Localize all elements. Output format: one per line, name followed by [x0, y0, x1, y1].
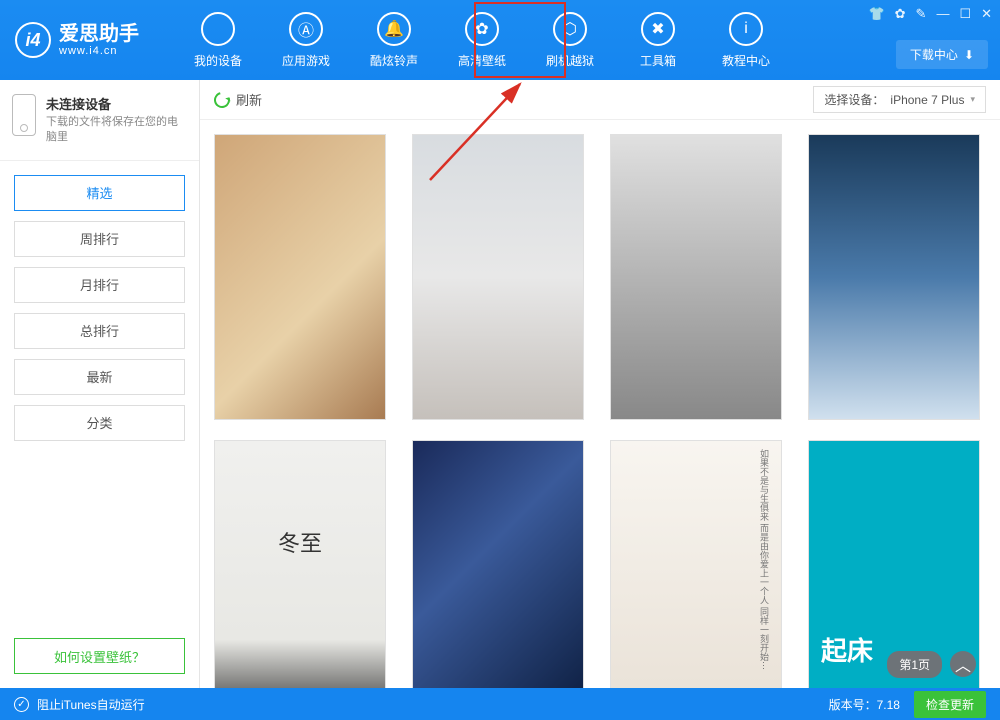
wallpaper-grid: 冬至 如果不是与生俱来 而是由你爱上一个人 同样一刻开始⋯ 起床 第1页 ︿: [200, 120, 1000, 688]
download-icon: ⬇: [964, 48, 974, 62]
sidebar: 未连接设备 下载的文件将保存在您的电脑里 精选 周排行 月排行 总排行 最新 分…: [0, 80, 200, 688]
main-content: 刷新 选择设备： iPhone 7 Plus ▾ 冬至 如果不是与生俱来 而是由…: [200, 80, 1000, 688]
download-center-button[interactable]: 下载中心 ⬇: [896, 40, 988, 69]
chevron-down-icon: ▾: [970, 94, 975, 105]
category-monthly[interactable]: 月排行: [14, 267, 185, 303]
wallpaper-thumb[interactable]: [412, 440, 584, 688]
scroll-top-button[interactable]: ︿: [950, 651, 976, 677]
titlebar: i4 爱思助手 www.i4.cn 我的设备 Ⓐ应用游戏 🔔酷炫铃声 ✿高清壁纸…: [0, 0, 1000, 80]
nav-ringtones[interactable]: 🔔酷炫铃声: [350, 0, 438, 80]
refresh-icon: [211, 89, 233, 111]
version-info: 版本号：7.18: [829, 696, 900, 713]
feedback-icon[interactable]: ✎: [916, 6, 927, 22]
nav-my-device[interactable]: 我的设备: [174, 0, 262, 80]
settings-icon[interactable]: ✿: [895, 6, 906, 22]
wallpaper-thumb[interactable]: [610, 134, 782, 420]
category-types[interactable]: 分类: [14, 405, 185, 441]
appstore-icon: Ⓐ: [289, 12, 323, 46]
content-toolbar: 刷新 选择设备： iPhone 7 Plus ▾: [200, 80, 1000, 120]
close-button[interactable]: ✕: [981, 6, 992, 22]
app-url: www.i4.cn: [59, 45, 139, 57]
category-featured[interactable]: 精选: [14, 175, 185, 211]
page-indicator[interactable]: 第1页: [887, 651, 942, 678]
category-newest[interactable]: 最新: [14, 359, 185, 395]
wrench-icon: ✖: [641, 12, 675, 46]
app-logo: i4 爱思助手 www.i4.cn: [0, 22, 154, 58]
wallpaper-thumb[interactable]: 冬至: [214, 440, 386, 688]
pager: 第1页 ︿: [887, 651, 976, 678]
device-desc: 下载的文件将保存在您的电脑里: [46, 115, 187, 146]
device-select-value: iPhone 7 Plus: [890, 93, 964, 107]
category-list: 精选 周排行 月排行 总排行 最新 分类: [0, 161, 199, 455]
window-controls: 👕 ✿ ✎ — ☐ ✕: [868, 6, 992, 22]
flower-icon: ✿: [465, 12, 499, 46]
main-nav: 我的设备 Ⓐ应用游戏 🔔酷炫铃声 ✿高清壁纸 ⬡刷机越狱 ✖工具箱 i教程中心: [174, 0, 790, 80]
nav-jailbreak[interactable]: ⬡刷机越狱: [526, 0, 614, 80]
check-icon: ✓: [14, 697, 29, 712]
device-status: 未连接设备 下载的文件将保存在您的电脑里: [0, 80, 199, 161]
wallpaper-thumb[interactable]: 如果不是与生俱来 而是由你爱上一个人 同样一刻开始⋯: [610, 440, 782, 688]
maximize-button[interactable]: ☐: [959, 6, 971, 22]
theme-icon[interactable]: 👕: [868, 6, 884, 22]
logo-badge-icon: i4: [15, 22, 51, 58]
device-title: 未连接设备: [46, 94, 187, 113]
nav-wallpapers[interactable]: ✿高清壁纸: [438, 0, 526, 80]
itunes-block-toggle[interactable]: 阻止iTunes自动运行: [37, 696, 145, 713]
wallpaper-thumb[interactable]: [214, 134, 386, 420]
statusbar: ✓ 阻止iTunes自动运行 版本号：7.18 检查更新: [0, 688, 1000, 720]
info-icon: i: [729, 12, 763, 46]
category-total[interactable]: 总排行: [14, 313, 185, 349]
device-selector[interactable]: 选择设备： iPhone 7 Plus ▾: [813, 86, 986, 113]
wallpaper-thumb[interactable]: [808, 134, 980, 420]
minimize-button[interactable]: —: [936, 6, 949, 22]
box-icon: ⬡: [553, 12, 587, 46]
device-select-label: 选择设备：: [824, 91, 884, 108]
nav-tutorial[interactable]: i教程中心: [702, 0, 790, 80]
help-wallpaper-link[interactable]: 如何设置壁纸？: [14, 638, 185, 674]
category-weekly[interactable]: 周排行: [14, 221, 185, 257]
wallpaper-thumb[interactable]: [412, 134, 584, 420]
nav-toolbox[interactable]: ✖工具箱: [614, 0, 702, 80]
bell-icon: 🔔: [377, 12, 411, 46]
nav-apps-games[interactable]: Ⓐ应用游戏: [262, 0, 350, 80]
app-name: 爱思助手: [59, 23, 139, 45]
phone-icon: [12, 94, 36, 136]
check-update-button[interactable]: 检查更新: [914, 691, 986, 718]
refresh-button[interactable]: 刷新: [214, 90, 262, 109]
apple-icon: [201, 12, 235, 46]
